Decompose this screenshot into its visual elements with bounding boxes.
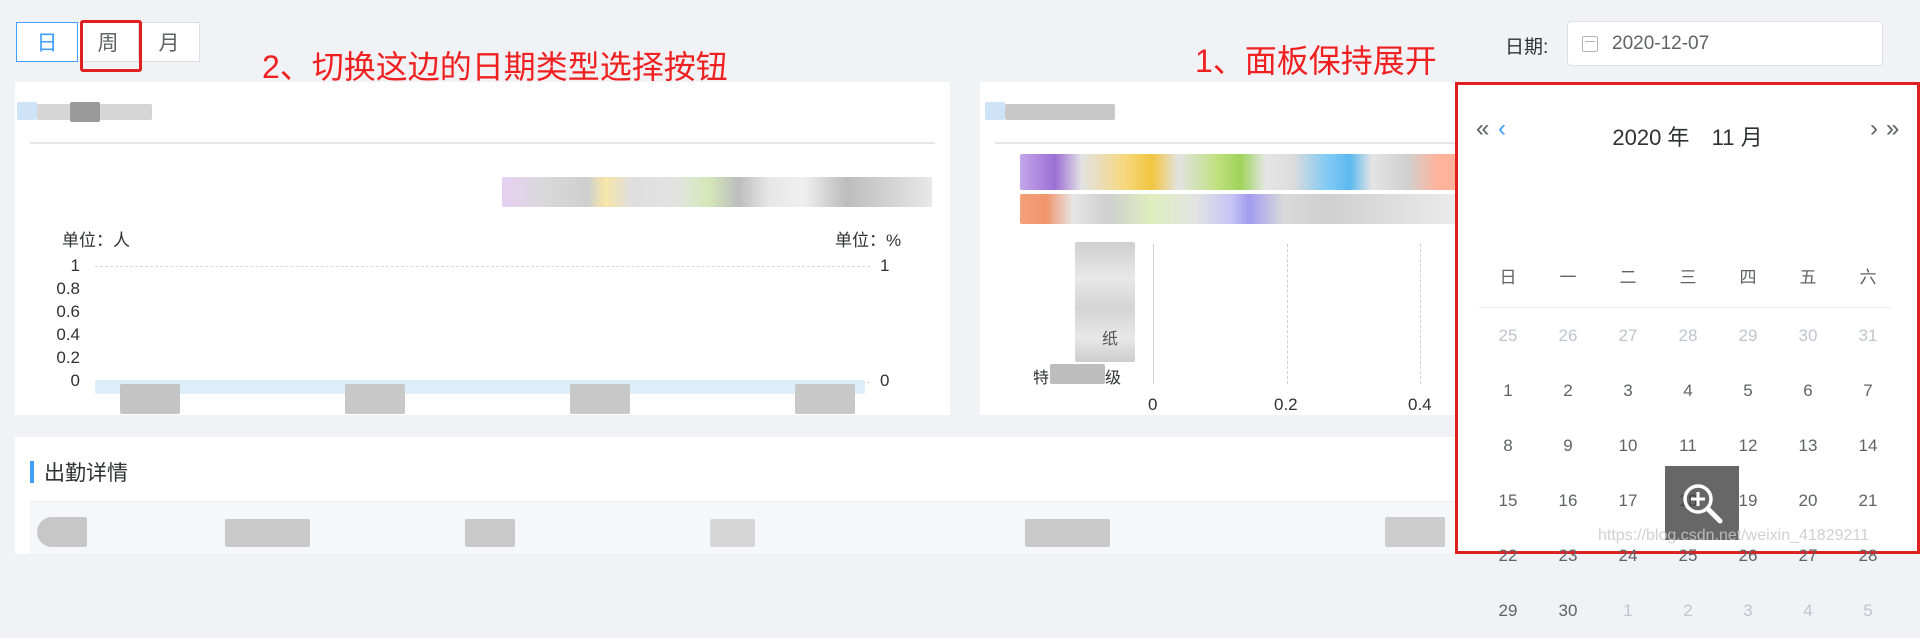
calendar-day[interactable]: 3 — [1718, 583, 1778, 638]
calendar-day[interactable]: 17 — [1598, 473, 1658, 528]
calendar-day[interactable]: 2 — [1538, 363, 1598, 418]
y-tick: 0 — [70, 371, 80, 390]
calendar-day[interactable]: 15 — [1478, 473, 1538, 528]
calendar-day[interactable]: 2 — [1658, 583, 1718, 638]
unit-right: 单位：% — [835, 231, 902, 250]
calendar-day[interactable]: 12 — [1718, 418, 1778, 473]
weekday-header: 四 — [1739, 268, 1757, 287]
weekday-header: 三 — [1679, 268, 1697, 287]
calendar-week-row: 29 30 1 2 3 4 5 — [1478, 583, 1898, 638]
calendar-day[interactable]: 5 — [1718, 363, 1778, 418]
calendar-day[interactable]: 22 — [1478, 528, 1538, 583]
calendar-weekday-row: 日一二三四五六 — [1478, 250, 1898, 305]
grid-line — [1420, 244, 1421, 384]
grid-line — [1287, 244, 1288, 384]
attendance-title: 出勤详情 — [30, 457, 128, 487]
x-tick: 0.4 — [1408, 395, 1432, 414]
y-tick: 0.8 — [56, 279, 80, 298]
annotation-step1: 1、面板保持展开 — [1195, 43, 1437, 79]
calendar-day[interactable]: 13 — [1778, 418, 1838, 473]
calendar-day[interactable]: 5 — [1838, 583, 1898, 638]
weekday-header: 日 — [1499, 268, 1517, 287]
calendar-day[interactable]: 26 — [1538, 308, 1598, 363]
calendar-icon — [1582, 35, 1598, 52]
y-axis-line — [1153, 244, 1154, 384]
calendar-day[interactable]: 14 — [1838, 418, 1898, 473]
date-input-value: 2020-12-07 — [1612, 32, 1710, 54]
calendar-day[interactable]: 4 — [1778, 583, 1838, 638]
y-label-b: 特 — [1033, 370, 1050, 387]
calendar-month-label[interactable]: 11 月 — [1712, 125, 1763, 150]
calendar-day[interactable]: 6 — [1778, 363, 1838, 418]
card-divider — [30, 142, 935, 144]
legend-blurred — [502, 177, 932, 207]
calendar-day[interactable]: 4 — [1658, 363, 1718, 418]
next-month-button[interactable]: › — [1870, 115, 1878, 143]
calendar-day[interactable]: 31 — [1838, 308, 1898, 363]
weekday-header: 五 — [1799, 268, 1817, 287]
calendar-week-row: 25 26 27 28 29 30 31 — [1478, 308, 1898, 363]
calendar-day[interactable]: 7 — [1838, 363, 1898, 418]
week-button-highlight — [80, 20, 142, 72]
y-tick: 0.6 — [56, 302, 80, 321]
calendar-day[interactable]: 9 — [1538, 418, 1598, 473]
calendar-day[interactable]: 30 — [1538, 583, 1598, 638]
calendar-year-label[interactable]: 2020 年 — [1612, 125, 1689, 150]
calendar-day[interactable]: 8 — [1478, 418, 1538, 473]
unit-left: 单位：人 — [62, 231, 130, 250]
legend-blurred — [1020, 154, 1460, 190]
y-tick: 0.4 — [56, 325, 80, 344]
next-year-button[interactable]: » — [1886, 115, 1899, 143]
grid-line-top — [95, 266, 870, 267]
calendar-day[interactable]: 1 — [1598, 583, 1658, 638]
calendar-day[interactable]: 21 — [1838, 473, 1898, 528]
calendar-day[interactable]: 29 — [1478, 583, 1538, 638]
chart-card-left: 单位：人 单位：% 1 0.8 0.6 0.4 0.2 0 1 0 — [15, 82, 950, 415]
weekday-header: 一 — [1559, 268, 1577, 287]
zoom-in-icon — [1683, 484, 1723, 524]
calendar-week-row: 1234567 — [1478, 363, 1898, 418]
calendar-day[interactable]: 3 — [1598, 363, 1658, 418]
calendar-day[interactable]: 29 — [1718, 308, 1778, 363]
calendar-header: 2020 年 11 月 — [1458, 120, 1917, 152]
y-tick: 1 — [70, 256, 80, 275]
calendar-panel: « ‹ 2020 年 11 月 › » 日一二三四五六 25 26 27 28 29 30… — [1455, 82, 1920, 620]
calendar-day[interactable]: 23 — [1538, 528, 1598, 583]
calendar-day[interactable]: 10 — [1598, 418, 1658, 473]
calendar-day[interactable]: 27 — [1598, 308, 1658, 363]
date-label: 日期: — [1505, 37, 1549, 58]
calendar-day[interactable]: 16 — [1538, 473, 1598, 528]
date-type-day-button[interactable]: 日 — [16, 22, 78, 62]
y-label-c: 级 — [1105, 370, 1122, 387]
y-tick: 0.2 — [56, 348, 80, 367]
calendar-day[interactable]: 20 — [1778, 473, 1838, 528]
attendance-title-text: 出勤详情 — [44, 462, 128, 485]
weekday-header: 六 — [1859, 268, 1877, 287]
y-right-tick: 0 — [880, 371, 890, 390]
x-tick: 0.2 — [1274, 395, 1298, 414]
date-type-month-button[interactable]: 月 — [138, 22, 200, 62]
watermark: https://blog.csdn.net/weixin_41829211 — [1598, 527, 1870, 544]
calendar-day[interactable]: 30 — [1778, 308, 1838, 363]
calendar-day[interactable]: 1 — [1478, 363, 1538, 418]
calendar-day[interactable]: 11 — [1658, 418, 1718, 473]
card-title-blurred — [17, 102, 37, 120]
calendar-day[interactable]: 28 — [1658, 308, 1718, 363]
date-input[interactable]: 2020-12-07 — [1567, 21, 1883, 66]
x-tick: 0 — [1148, 395, 1158, 414]
x-axis-blurred — [95, 380, 865, 394]
calendar-week-row: 8 9 10 11 12 13 14 — [1478, 418, 1898, 473]
calendar-day[interactable]: 25 — [1478, 308, 1538, 363]
weekday-header: 二 — [1619, 268, 1637, 287]
y-right-tick: 1 — [880, 256, 890, 275]
y-label-a: 纸 — [1102, 331, 1119, 348]
